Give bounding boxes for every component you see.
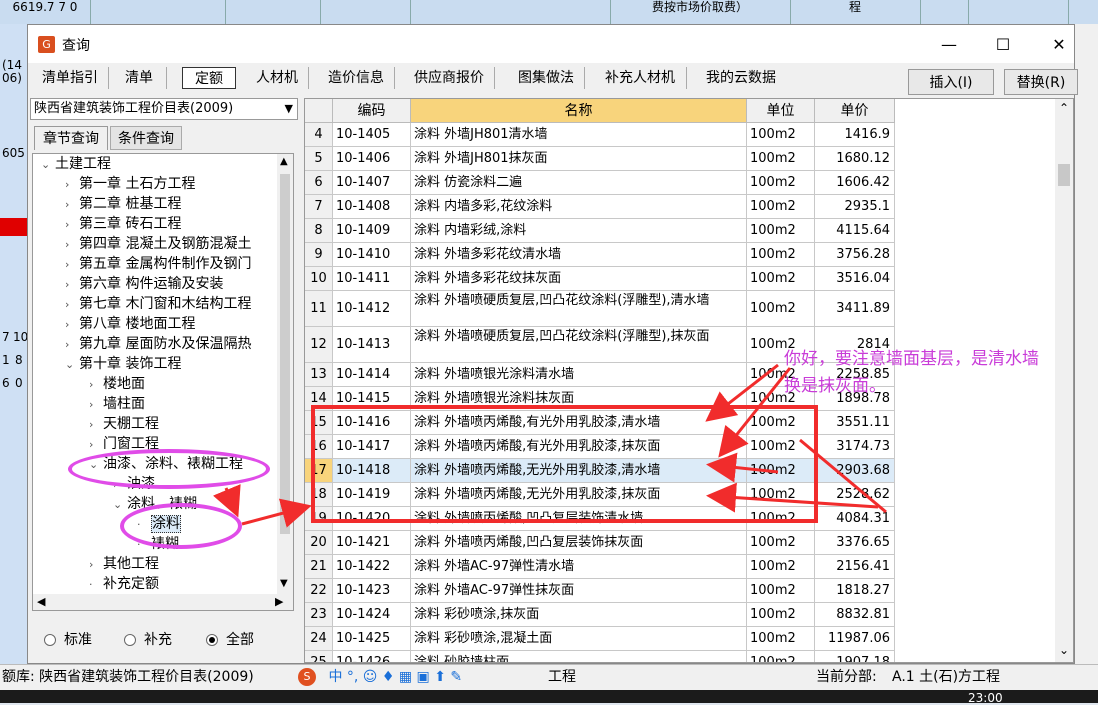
arrow-line <box>705 363 779 422</box>
taskbar: 23:00 <box>0 690 1098 705</box>
ime-icons: 中 °, ☺ ♦ ▦ ▣ ⬆ ✎ <box>328 669 463 685</box>
status-library: 额库: 陕西省建筑装饰工程价目表(2009) <box>2 669 254 685</box>
status-bar: 额库: 陕西省建筑装饰工程价目表(2009) S 中 °, ☺ ♦ ▦ ▣ ⬆ … <box>0 664 1098 691</box>
taskbar-clock: 23:00 <box>968 691 1003 705</box>
status-current-label: 当前分部: <box>816 669 877 685</box>
arrow-line <box>212 484 241 518</box>
arrow-line <box>706 452 779 483</box>
arrow-line <box>241 498 312 528</box>
status-current-value: A.1 土(石)方工程 <box>892 669 1001 685</box>
arrow-line <box>706 482 879 513</box>
ime-logo-icon: S <box>298 668 316 686</box>
annotation-arrows <box>212 363 887 528</box>
status-project: 工程 <box>548 669 576 685</box>
ime-toolbar[interactable]: S 中 °, ☺ ♦ ▦ ▣ ⬆ ✎ <box>298 668 518 688</box>
